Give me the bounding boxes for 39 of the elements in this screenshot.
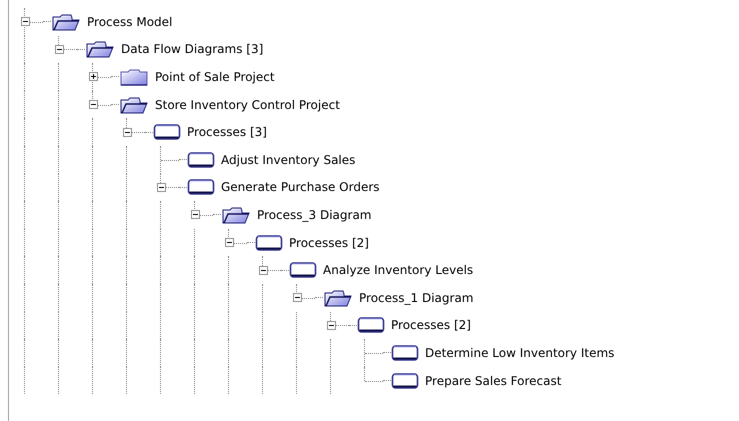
process-icon	[187, 150, 215, 169]
tree-item-label[interactable]: Process Model	[87, 14, 172, 29]
open-folder-icon	[51, 12, 81, 31]
folder-icon	[119, 68, 149, 86]
tree-item-label[interactable]: Processes [2]	[391, 318, 471, 332]
process-icon	[357, 316, 385, 334]
process-icon	[153, 123, 181, 142]
open-folder-icon	[119, 96, 149, 114]
tree-item-label[interactable]: Store Inventory Control Project	[155, 98, 340, 112]
collapse-toggle[interactable]	[259, 266, 268, 275]
collapse-toggle[interactable]	[293, 293, 302, 302]
collapse-toggle[interactable]	[327, 320, 336, 330]
tree-item-label[interactable]: Process_3 Diagram	[257, 208, 372, 222]
tree-item-label[interactable]: Point of Sale Project	[155, 70, 275, 84]
collapse-toggle[interactable]	[123, 128, 132, 137]
collapse-toggle[interactable]	[225, 238, 234, 248]
tree-item-label[interactable]: Analyze Inventory Levels	[323, 263, 474, 278]
collapse-toggle[interactable]	[157, 182, 166, 192]
process-icon	[255, 234, 283, 252]
open-folder-icon	[85, 40, 115, 58]
tree-item-label[interactable]: Prepare Sales Forecast	[425, 374, 562, 388]
tree-item-label[interactable]: Generate Purchase Orders	[221, 180, 380, 194]
collapse-toggle[interactable]	[191, 210, 200, 220]
process-icon	[289, 261, 317, 280]
open-folder-icon	[323, 288, 353, 307]
process-icon	[391, 372, 419, 390]
tree-item-label[interactable]: Determine Low Inventory Items	[425, 346, 614, 360]
tree-item-label[interactable]: Process_1 Diagram	[359, 290, 474, 305]
expand-toggle[interactable]	[89, 72, 98, 82]
collapse-toggle[interactable]	[89, 100, 98, 110]
tree-item-label[interactable]: Data Flow Diagrams [3]	[121, 42, 264, 56]
process-icon	[391, 344, 419, 362]
process-icon	[187, 178, 215, 196]
tree-item-label[interactable]: Processes [3]	[187, 125, 267, 140]
collapse-toggle[interactable]	[55, 44, 64, 54]
tree-item-label[interactable]: Adjust Inventory Sales	[221, 152, 356, 167]
collapse-toggle[interactable]	[21, 17, 30, 26]
tree-item-label[interactable]: Processes [2]	[289, 236, 369, 250]
open-folder-icon	[221, 206, 251, 224]
